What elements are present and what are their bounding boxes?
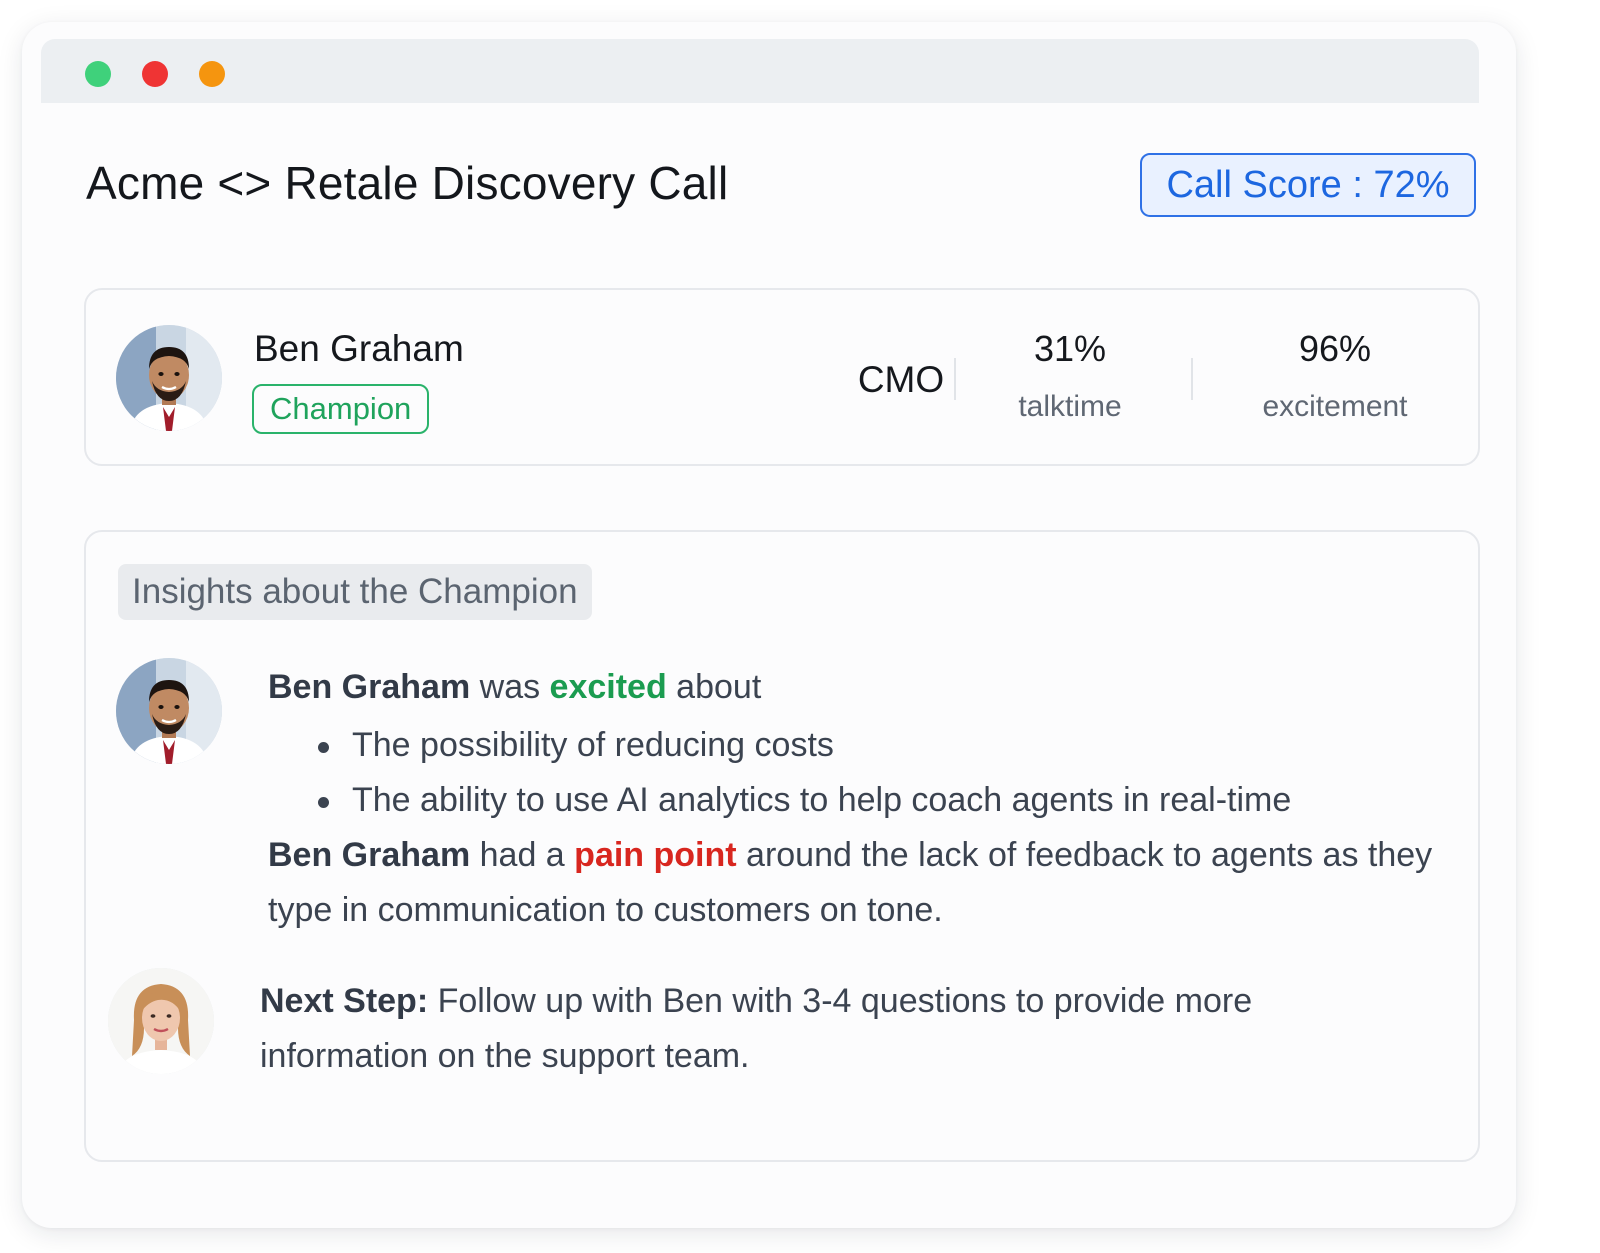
- pain-point-statement: Ben Graham had a pain point around the l…: [268, 828, 1438, 938]
- connector-text: was: [470, 668, 550, 706]
- call-score-badge[interactable]: Call Score : 72%: [1140, 153, 1476, 217]
- list-item: The ability to use AI analytics to help …: [316, 773, 1291, 828]
- divider: [1191, 358, 1193, 400]
- insights-heading: Insights about the Champion: [118, 564, 592, 620]
- person-name-bold: Ben Graham: [268, 668, 471, 706]
- window-minimize-button[interactable]: [142, 61, 168, 87]
- window-close-button[interactable]: [85, 61, 111, 87]
- window-titlebar: [41, 39, 1479, 103]
- divider: [954, 358, 956, 400]
- excited-topics-list: The possibility of reducing costs The ab…: [316, 718, 1291, 828]
- rep-avatar: [108, 968, 214, 1074]
- page-title: Acme <> Retale Discovery Call: [86, 157, 729, 209]
- connector-text: had a: [470, 836, 575, 874]
- suffix-text: about: [666, 668, 762, 706]
- excitement-label: excitement: [1262, 390, 1408, 423]
- participant-card: Ben Graham Champion CMO 31% talktime 96%…: [84, 288, 1480, 466]
- talktime-value: 31%: [1033, 328, 1107, 369]
- pain-point-keyword: pain point: [574, 836, 737, 874]
- next-step-label: Next Step:: [260, 982, 429, 1020]
- excited-keyword: excited: [549, 668, 667, 706]
- excitement-value: 96%: [1298, 328, 1372, 369]
- participant-name: Ben Graham: [254, 328, 464, 369]
- insights-card: Insights about the Champion Ben Graham w…: [84, 530, 1480, 1162]
- champion-badge: Champion: [252, 384, 430, 434]
- next-step-statement: Next Step: Follow up with Ben with 3-4 q…: [260, 974, 1410, 1084]
- participant-title: CMO: [857, 359, 945, 400]
- talktime-label: talktime: [1018, 390, 1122, 423]
- person-name-bold: Ben Graham: [268, 836, 471, 874]
- ben-graham-avatar: [116, 658, 222, 764]
- ben-graham-avatar: [116, 325, 222, 431]
- list-item: The possibility of reducing costs: [316, 718, 1291, 773]
- excited-statement: Ben Graham was excited about: [268, 660, 761, 715]
- window-maximize-button[interactable]: [199, 61, 225, 87]
